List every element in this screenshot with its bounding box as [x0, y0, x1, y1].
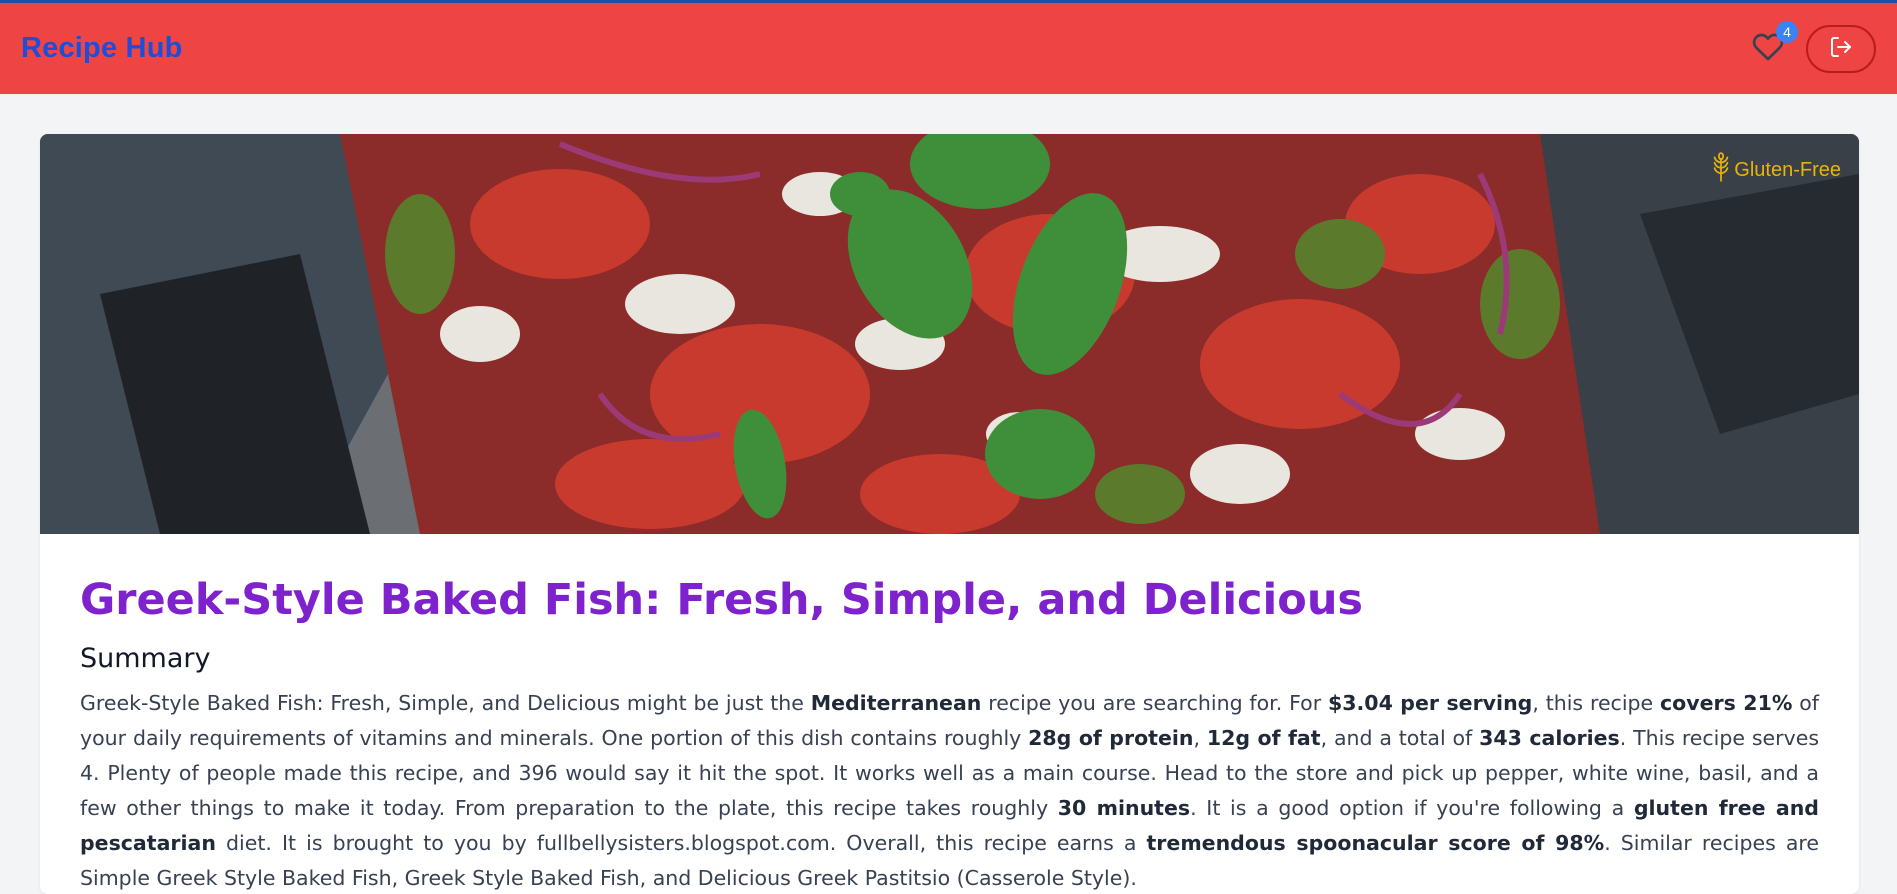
recipe-image: Gluten-Free — [40, 134, 1859, 534]
favorites-count-badge: 4 — [1776, 20, 1798, 43]
summary-heading: Summary — [80, 643, 211, 674]
summary-text: Greek-Style Baked Fish: Fresh, Simple, a… — [80, 691, 1819, 890]
logout-button[interactable] — [1806, 24, 1876, 73]
brand-logo[interactable]: Recipe Hub — [21, 32, 183, 65]
favorites-button[interactable]: 4 — [1746, 20, 1798, 71]
navbar: Recipe Hub 4 — [0, 3, 1897, 94]
gluten-free-badge: Gluten-Free — [1708, 152, 1841, 188]
recipe-content: Greek-Style Baked Fish: Fresh, Simple, a… — [40, 534, 1859, 894]
wheat-icon — [1708, 152, 1734, 188]
nav-actions: 4 — [1746, 20, 1876, 73]
logout-icon — [1829, 35, 1853, 63]
gluten-free-label: Gluten-Free — [1734, 158, 1841, 181]
recipe-title: Greek-Style Baked Fish: Fresh, Simple, a… — [80, 575, 1364, 625]
recipe-photo — [40, 134, 1859, 534]
recipe-card: Gluten-Free Greek-Style Baked Fish: Fres… — [40, 134, 1859, 894]
